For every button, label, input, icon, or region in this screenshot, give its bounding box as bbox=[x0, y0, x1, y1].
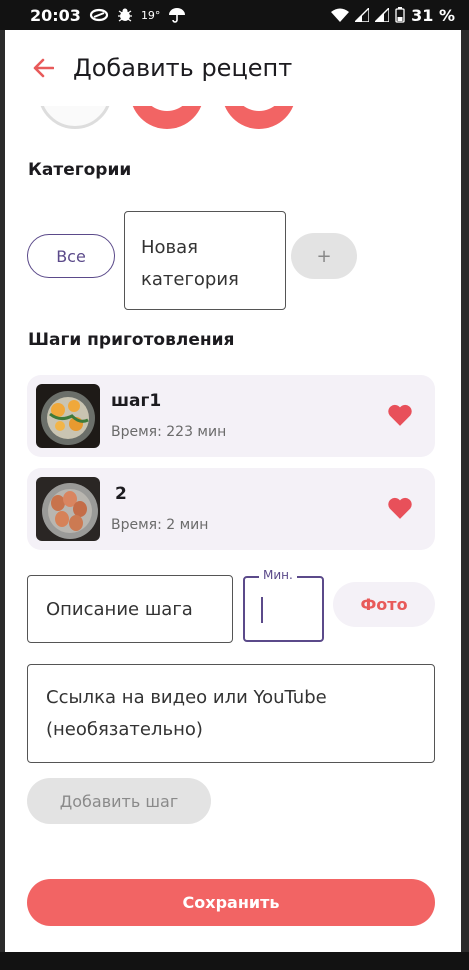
bug-icon bbox=[117, 7, 133, 23]
right-frame bbox=[461, 0, 469, 970]
add-step-button[interactable]: Добавить шаг bbox=[27, 778, 211, 824]
step-description-input[interactable]: Описание шага bbox=[27, 575, 233, 643]
add-category-button[interactable]: + bbox=[291, 233, 357, 279]
step-card[interactable]: шаг1 Время: 223 мин bbox=[27, 375, 435, 457]
status-time: 20:03 bbox=[30, 5, 81, 25]
battery-percent: 31 % bbox=[411, 5, 455, 25]
video-link-input[interactable]: Ссылка на видео или YouTube (необязатель… bbox=[27, 664, 435, 763]
step-minutes-input[interactable]: Мин. bbox=[243, 568, 324, 642]
steps-title: Шаги приготовления bbox=[28, 330, 235, 350]
heart-icon[interactable] bbox=[387, 496, 413, 520]
step-photo bbox=[36, 384, 100, 448]
categories-title: Категории bbox=[28, 160, 132, 180]
signal-icon bbox=[355, 8, 370, 22]
app-bar: Добавить рецепт bbox=[5, 30, 461, 106]
step-photo bbox=[36, 477, 100, 541]
category-chip-all[interactable]: Все bbox=[27, 234, 115, 278]
status-temperature: 19° bbox=[140, 8, 161, 22]
navigation-bar bbox=[0, 952, 469, 970]
text-cursor bbox=[261, 597, 263, 623]
wifi-icon bbox=[331, 8, 350, 22]
step-name: шаг1 bbox=[111, 391, 162, 411]
heart-icon[interactable] bbox=[387, 403, 413, 427]
save-button[interactable]: Сохранить bbox=[27, 879, 435, 926]
left-frame bbox=[0, 0, 5, 970]
step-time: Время: 223 мин bbox=[111, 424, 227, 440]
weather-umbrella-icon bbox=[168, 7, 186, 23]
battery-icon bbox=[395, 7, 405, 23]
step-card[interactable]: 2 Время: 2 мин bbox=[27, 468, 435, 550]
step-time: Время: 2 мин bbox=[111, 517, 209, 533]
arrow-left-icon bbox=[33, 58, 54, 78]
page-title: Добавить рецепт bbox=[73, 54, 293, 82]
back-button[interactable] bbox=[21, 46, 65, 90]
new-category-input[interactable]: Новая категория bbox=[124, 211, 286, 310]
status-bar: 20:03 19° 31 % bbox=[0, 0, 469, 30]
step-name: 2 bbox=[115, 484, 127, 504]
minutes-label: Мин. bbox=[259, 568, 297, 582]
signal-2-icon bbox=[375, 8, 390, 22]
sync-icon bbox=[89, 8, 109, 22]
photo-button[interactable]: Фото bbox=[333, 582, 435, 627]
